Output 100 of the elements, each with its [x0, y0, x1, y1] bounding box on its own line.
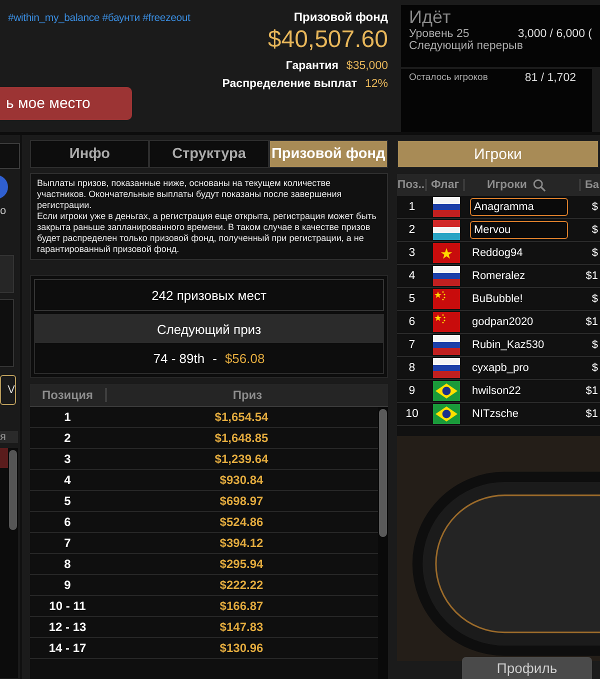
- player-name[interactable]: NITzsche: [468, 405, 568, 423]
- flag-icon: [432, 358, 460, 378]
- player-name[interactable]: Romeralez: [468, 267, 568, 285]
- position-cell-text: 1: [408, 201, 416, 213]
- position-cell-text: 6: [408, 316, 416, 328]
- guarantee-amount: $35,000: [346, 60, 388, 72]
- seat-button[interactable]: ь мое место: [0, 87, 132, 120]
- prize-cell-text: $222.22: [218, 578, 264, 592]
- payout-percent: 12%: [364, 78, 388, 90]
- guarantee-label: Гарантия: [286, 60, 338, 72]
- status-title: Идёт: [409, 7, 452, 28]
- break-label: Следующий перерыв: [409, 40, 524, 52]
- player-name[interactable]: Rubin_Kaz530: [468, 336, 568, 354]
- prize-cell-text: $295.94: [218, 557, 264, 571]
- column-header[interactable]: Флаг: [427, 179, 465, 191]
- flag-icon: [432, 381, 460, 401]
- blinds-value: 3,000 / 6,000 (: [518, 28, 592, 40]
- balance-cell-text: $: [590, 362, 599, 374]
- position-cell-text: 10 - 11: [48, 599, 87, 613]
- prize-cell-text: $1,239.64: [214, 452, 270, 466]
- position-cell-text: 8: [63, 557, 72, 571]
- position-cell-text: 2: [63, 431, 72, 445]
- separator: -: [212, 350, 217, 366]
- position-cell-text: 6: [63, 515, 72, 529]
- balance-cell-text: $: [590, 293, 599, 305]
- tab[interactable]: Структура: [149, 140, 269, 168]
- payout-label: Распределение выплат: [222, 78, 357, 90]
- next-prize-range: 74 - 89th: [153, 350, 205, 366]
- player-name[interactable]: Reddog94: [468, 244, 568, 262]
- scrollbar-thumb[interactable]: [9, 450, 17, 530]
- prize-cell-text: $698.97: [218, 494, 264, 508]
- prize-cell-text: $147.83: [218, 620, 264, 634]
- position-cell-text: 4: [63, 473, 72, 487]
- column-header[interactable]: Приз: [107, 388, 388, 402]
- players-left-value: 81 / 1,702: [524, 72, 576, 84]
- prize-cell-text: $166.87: [218, 599, 264, 613]
- tab[interactable]: Инфо: [30, 140, 150, 168]
- position-cell-text: 5: [408, 293, 416, 305]
- prize-cell-text: $930.84: [218, 473, 264, 487]
- player-name[interactable]: hwilson22: [468, 382, 568, 400]
- flag-icon: [432, 289, 460, 309]
- player-name[interactable]: cyxapb_pro: [468, 359, 568, 377]
- side-label: о: [0, 205, 6, 217]
- position-cell-text: 3: [408, 247, 416, 259]
- position-cell-text: 7: [408, 339, 416, 351]
- profile-button[interactable]: Профиль: [462, 657, 592, 679]
- flag-icon: [432, 220, 460, 240]
- column-header[interactable]: Игроки: [487, 179, 527, 191]
- search-icon[interactable]: [532, 178, 546, 192]
- flag-icon: [432, 243, 460, 263]
- column-header[interactable]: Позиция: [30, 388, 107, 402]
- places-count: 242 призовых мест: [152, 288, 266, 302]
- flag-icon: [432, 197, 460, 217]
- player-name[interactable]: Mervou: [470, 221, 568, 239]
- balance-cell-text: $: [590, 247, 599, 259]
- prize-cell-text: $1,654.54: [214, 410, 270, 424]
- position-cell-text: 10: [404, 408, 420, 420]
- scrollbar-thumb[interactable]: [379, 409, 387, 537]
- flag-icon: [432, 312, 460, 332]
- hashtags[interactable]: #within_my_balance #баунти #freezeout: [8, 12, 218, 24]
- position-cell-text: 12 - 13: [48, 620, 88, 634]
- flag-icon: [432, 266, 460, 286]
- prize-cell-text: $1,648.85: [214, 431, 270, 445]
- player-name[interactable]: godpan2020: [468, 313, 568, 331]
- flag-icon: [432, 404, 460, 424]
- player-name[interactable]: BuBubble!: [468, 290, 568, 308]
- position-cell-text: 9: [63, 578, 72, 592]
- balance-cell-text: $: [590, 201, 599, 213]
- position-cell-text: 2: [408, 224, 416, 236]
- position-cell-text: 3: [63, 452, 72, 466]
- prize-cell-text: $394.12: [218, 536, 264, 550]
- info-text: Выплаты призов, показанные ниже, основаны на текущем количестве участников. Окончательные выплаты будут показаны после завершения регистрации. Если игроки уже в деньгах, а регистрация еще открыта, регистрация может быть закрыта раньше запланированного времени. В таком случае в качестве призов будет распределен только призовой фонд, полученный при регистрации, а не гарантированный призовой фонд.: [37, 178, 378, 255]
- prize-cell-text: $524.86: [218, 515, 264, 529]
- next-prize-label: Следующий приз: [156, 322, 262, 336]
- balance-cell-text: $1: [584, 385, 599, 397]
- position-cell-text: 9: [408, 385, 416, 397]
- player-name[interactable]: Anagramma: [470, 198, 568, 216]
- position-cell-text: 8: [408, 362, 416, 374]
- position-cell-text: 4: [408, 270, 416, 282]
- balance-cell-text: $1: [584, 408, 599, 420]
- position-cell-text: 5: [63, 494, 72, 508]
- balance-cell-text: $: [590, 339, 599, 351]
- flag-icon: [432, 335, 460, 355]
- position-cell-text: 7: [63, 536, 72, 550]
- balance-cell-text: $1: [584, 270, 599, 282]
- column-header[interactable]: Поз..: [397, 179, 427, 191]
- prize-cell-text: $130.96: [218, 641, 264, 655]
- column-header[interactable]: Ба: [579, 179, 600, 191]
- balance-cell-text: $: [590, 224, 599, 236]
- level-label: Уровень 25: [409, 28, 470, 40]
- position-cell-text: 14 - 17: [48, 641, 88, 655]
- prize-pool-amount: $40,507.60: [268, 26, 388, 54]
- side-button[interactable]: V: [0, 375, 16, 405]
- players-left-label: Осталось игроков: [409, 72, 488, 82]
- next-prize-amount: $56.08: [224, 350, 265, 366]
- side-list-row[interactable]: [0, 448, 8, 468]
- balance-cell-text: $1: [584, 316, 599, 328]
- prize-pool-label: Призовой фонд: [294, 10, 388, 24]
- position-cell-text: 1: [63, 410, 72, 424]
- side-column-header: я: [0, 431, 18, 443]
